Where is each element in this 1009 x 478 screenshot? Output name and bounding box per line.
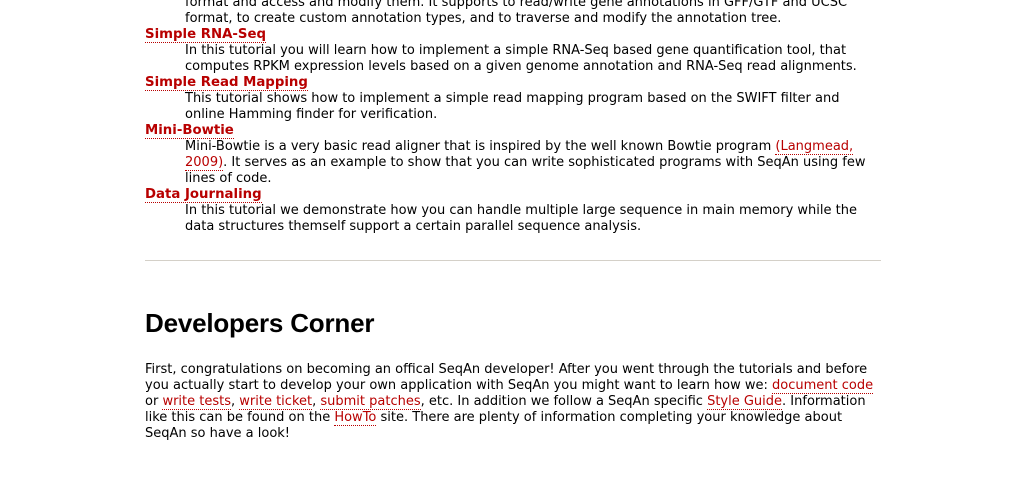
simple-rna-seq-link[interactable]: Simple RNA-Seq — [145, 27, 267, 43]
tutorial-list: format and access and modify them. It su… — [145, 0, 881, 235]
mini-bowtie-desc-before: Mini-Bowtie is a very basic read aligner… — [185, 139, 776, 154]
data-journaling-link[interactable]: Data Journaling — [145, 187, 262, 203]
tutorial-title-data-journaling: Data Journaling — [145, 187, 881, 203]
tutorial-title-simple-read-mapping: Simple Read Mapping — [145, 75, 881, 91]
document-code-link[interactable]: document code — [772, 378, 874, 394]
developers-corner-heading: Developers Corner — [145, 308, 375, 338]
howto-link[interactable]: HowTo — [334, 410, 377, 426]
dev-text-1: First, congratulations on becoming an of… — [145, 362, 868, 393]
write-tests-link[interactable]: write tests — [162, 394, 231, 410]
annotation-desc-line2: format, to create custom annotation type… — [185, 11, 782, 26]
annotation-desc-line1: format and access and modify them. It su… — [185, 0, 848, 10]
tutorial-title-simple-rna-seq: Simple RNA-Seq — [145, 27, 881, 43]
section-divider — [145, 260, 881, 261]
mini-bowtie-description: Mini-Bowtie is a very basic read aligner… — [185, 139, 881, 187]
simple-rna-seq-description: In this tutorial you will learn how to i… — [185, 43, 857, 74]
tutorial-title-mini-bowtie: Mini-Bowtie — [145, 123, 881, 139]
submit-patches-link[interactable]: submit patches — [320, 394, 421, 410]
main-content: format and access and modify them. It su… — [145, 0, 881, 441]
developers-intro-paragraph: First, congratulations on becoming an of… — [145, 362, 883, 442]
style-guide-link[interactable]: Style Guide — [707, 394, 783, 410]
write-ticket-link[interactable]: write ticket — [239, 394, 313, 410]
mini-bowtie-link[interactable]: Mini-Bowtie — [145, 123, 234, 139]
simple-read-mapping-description: This tutorial shows how to implement a s… — [185, 91, 840, 122]
data-journaling-description: In this tutorial we demonstrate how you … — [185, 203, 857, 234]
dev-text-2: or — [145, 394, 163, 409]
simple-read-mapping-link[interactable]: Simple Read Mapping — [145, 75, 308, 91]
mini-bowtie-desc-after: . It serves as an example to show that y… — [185, 155, 866, 186]
annotation-tutorial-description: format and access and modify them. It su… — [185, 0, 881, 27]
dev-text-5: , etc. In addition we follow a SeqAn spe… — [420, 394, 708, 409]
